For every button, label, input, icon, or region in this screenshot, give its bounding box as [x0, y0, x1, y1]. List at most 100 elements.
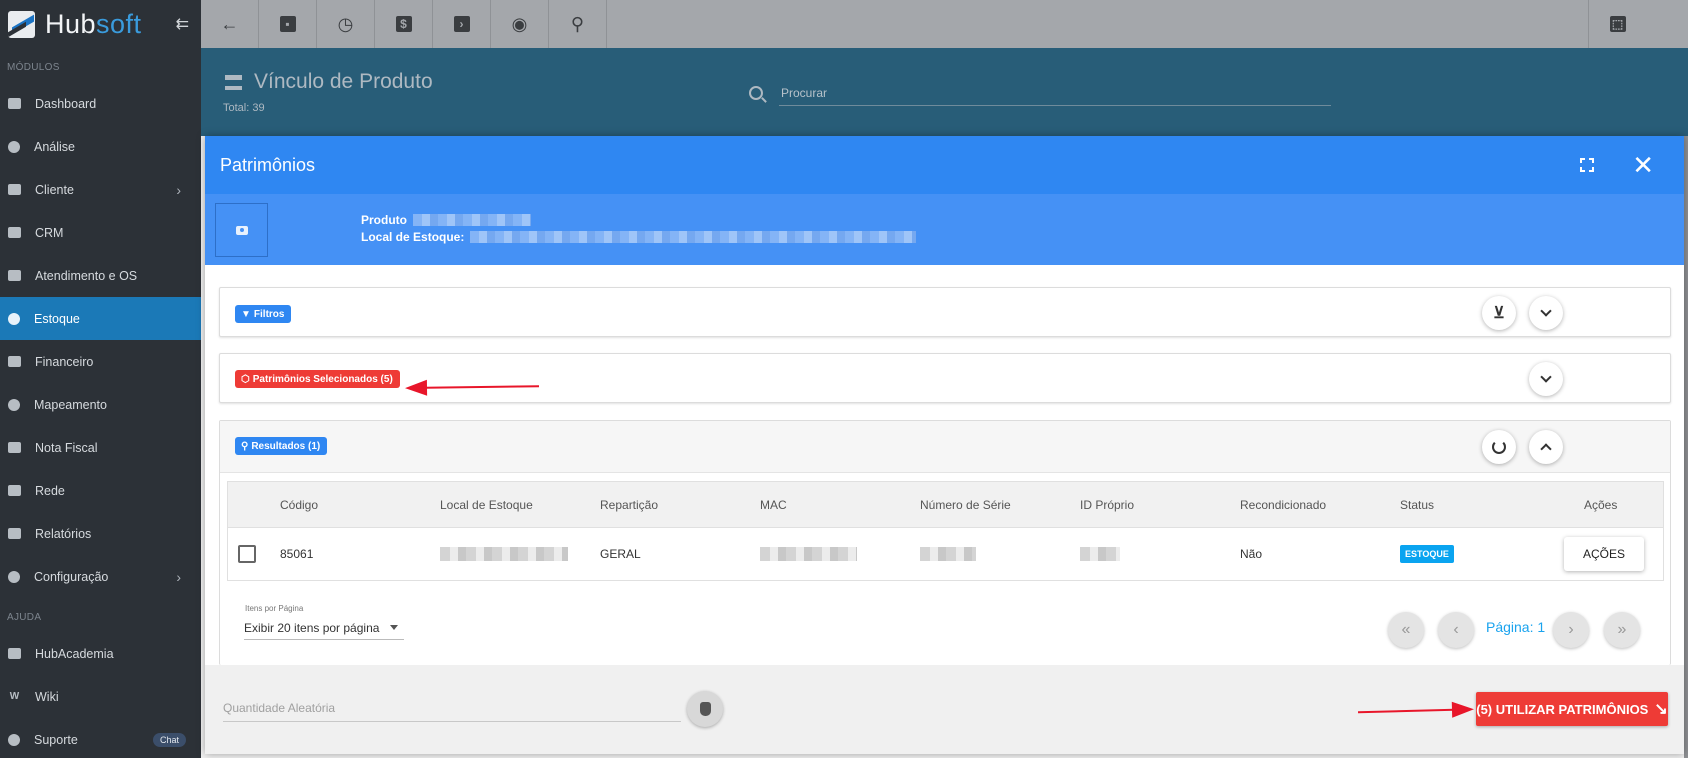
chat-badge[interactable]: Chat [152, 732, 186, 747]
first-page-button[interactable]: « [1388, 612, 1424, 648]
expand-filters-button[interactable] [1529, 296, 1563, 330]
clear-filters-button[interactable]: ⊻ [1482, 296, 1516, 330]
use-patrimonios-button[interactable]: (5) UTILIZAR PATRIMÔNIOS ↘ [1476, 692, 1668, 726]
gear-icon [8, 570, 20, 583]
sidebar-item-rede[interactable]: Rede [0, 469, 201, 512]
chevron-right-icon: › [176, 568, 181, 585]
page-title: Vínculo de Produto [225, 70, 433, 94]
fullscreen-icon[interactable] [1580, 158, 1595, 172]
calendar-clock-icon [8, 270, 21, 281]
filter-clear-icon: ⊻ [1493, 305, 1505, 322]
cell-recondicionado: Não [1240, 547, 1263, 561]
network-icon [8, 485, 21, 496]
col-local-estoque[interactable]: Local de Estoque [440, 498, 533, 512]
client-card-button[interactable]: ▪ [259, 0, 317, 48]
redacted-stock-location [470, 231, 917, 243]
hand-pointer-icon [699, 702, 711, 716]
collapse-sidebar-icon[interactable]: ⇇ [176, 14, 189, 34]
acoes-button[interactable]: AÇÕES [1564, 537, 1644, 571]
modal-header: Patrimônios ✕ [205, 136, 1684, 194]
sidebar-item-wiki[interactable]: W Wiki [0, 675, 201, 718]
arrow-left-icon: ← [220, 13, 239, 34]
patrimonios-modal: Patrimônios ✕ Produto Local de Estoque: … [205, 136, 1684, 754]
sidebar-item-cliente[interactable]: Cliente › [0, 168, 201, 211]
chevron-down-icon [1540, 371, 1552, 383]
top-toolbar: ← ▪ ◷ $ › ◉ ⚲ ⬚ [201, 0, 1688, 48]
logo[interactable]: Hubsoft ⇇ [0, 0, 201, 48]
random-select-button[interactable] [687, 691, 723, 727]
col-id-proprio[interactable]: ID Próprio [1080, 498, 1134, 512]
crm-icon [8, 227, 21, 238]
chevron-up-icon [1540, 443, 1552, 455]
product-photo[interactable] [215, 203, 268, 257]
stock-location-line: Local de Estoque: [361, 230, 917, 244]
search-icon [749, 85, 763, 100]
table-row[interactable]: 85061 GERAL Não ESTOQUE AÇÕES [228, 528, 1663, 580]
col-codigo[interactable]: Código [280, 498, 318, 512]
collapse-results-button[interactable] [1529, 430, 1563, 464]
report-icon [8, 528, 21, 539]
selected-chip[interactable]: ⬡ Patrimônios Selecionados (5) [235, 370, 400, 388]
status-badge: ESTOQUE [1400, 545, 1454, 563]
section-label-help: AJUDA [7, 612, 42, 623]
sidebar-item-relatorios[interactable]: Relatórios [0, 512, 201, 555]
random-quantity-input[interactable] [223, 701, 681, 715]
dropdown-caret-icon [390, 625, 398, 630]
close-icon[interactable]: ✕ [1632, 152, 1654, 178]
video-play-icon [8, 648, 21, 659]
search-button[interactable]: ⚲ [549, 0, 607, 48]
sidebar-item-estoque[interactable]: Estoque [0, 297, 201, 340]
box-icon [8, 312, 20, 325]
sidebar-item-financeiro[interactable]: Financeiro [0, 340, 201, 383]
schedule-button[interactable]: ◷ [317, 0, 375, 48]
table-header: Código Local de Estoque Repartição MAC N… [228, 482, 1663, 528]
sidebar: Hubsoft ⇇ MÓDULOS Dashboard Análise Clie… [0, 0, 201, 758]
wiki-icon: W [9, 691, 20, 702]
col-status[interactable]: Status [1400, 498, 1434, 512]
invoice-icon [8, 442, 21, 453]
sidebar-item-nota-fiscal[interactable]: Nota Fiscal [0, 426, 201, 469]
financial-button[interactable]: $ [375, 0, 433, 48]
col-recondicionado[interactable]: Recondicionado [1240, 498, 1326, 512]
eye-icon: ◉ [511, 13, 528, 34]
col-numero-serie[interactable]: Número de Série [920, 498, 1011, 512]
filter-icon: ▼ [241, 308, 251, 320]
results-chip[interactable]: ⚲ Resultados (1) [235, 437, 328, 455]
results-header: ⚲ Resultados (1) [220, 421, 1670, 473]
expand-selected-button[interactable] [1529, 362, 1563, 396]
dashboard-icon [8, 98, 21, 109]
redacted-id-proprio [1080, 547, 1120, 561]
sidebar-item-hubacademia[interactable]: HubAcademia [0, 632, 201, 675]
money-icon [8, 356, 21, 367]
sidebar-item-configuracao[interactable]: Configuração › [0, 555, 201, 598]
search-input[interactable] [779, 85, 1331, 100]
back-button[interactable]: ← [201, 0, 259, 48]
view-button[interactable]: ◉ [491, 0, 549, 48]
per-page-label: Itens por Página [245, 604, 304, 613]
per-page-select[interactable]: Exibir 20 itens por página [244, 616, 404, 640]
sidebar-item-analise[interactable]: Análise [0, 125, 201, 168]
sidebar-item-crm[interactable]: CRM [0, 211, 201, 254]
next-page-button[interactable]: › [1553, 612, 1589, 648]
chevron-right-icon: › [176, 181, 181, 198]
prev-page-button[interactable]: ‹ [1438, 612, 1474, 648]
filters-panel: ▼ Filtros ⊻ [219, 287, 1671, 337]
sidebar-item-dashboard[interactable]: Dashboard [0, 82, 201, 125]
terminal-button[interactable]: › [433, 0, 491, 48]
map-pin-icon [8, 398, 20, 411]
filters-chip[interactable]: ▼ Filtros [235, 305, 292, 323]
background-overlay [1684, 136, 1688, 758]
redacted-mac [760, 547, 857, 561]
page-indicator: Página: 1 [1486, 619, 1546, 635]
refresh-button[interactable] [1482, 430, 1516, 464]
last-page-button[interactable]: » [1604, 612, 1640, 648]
contact-card-icon: ▪ [279, 16, 296, 32]
col-mac[interactable]: MAC [760, 498, 787, 512]
sidebar-item-mapeamento[interactable]: Mapeamento [0, 383, 201, 426]
sidebar-item-suporte[interactable]: Suporte Chat [0, 718, 201, 758]
col-reparticao[interactable]: Repartição [600, 498, 658, 512]
row-checkbox[interactable] [238, 545, 256, 563]
sidebar-item-atendimento[interactable]: Atendimento e OS [0, 254, 201, 297]
pdf-button[interactable]: ⬚ [1588, 0, 1646, 48]
redacted-local-estoque [440, 547, 568, 561]
